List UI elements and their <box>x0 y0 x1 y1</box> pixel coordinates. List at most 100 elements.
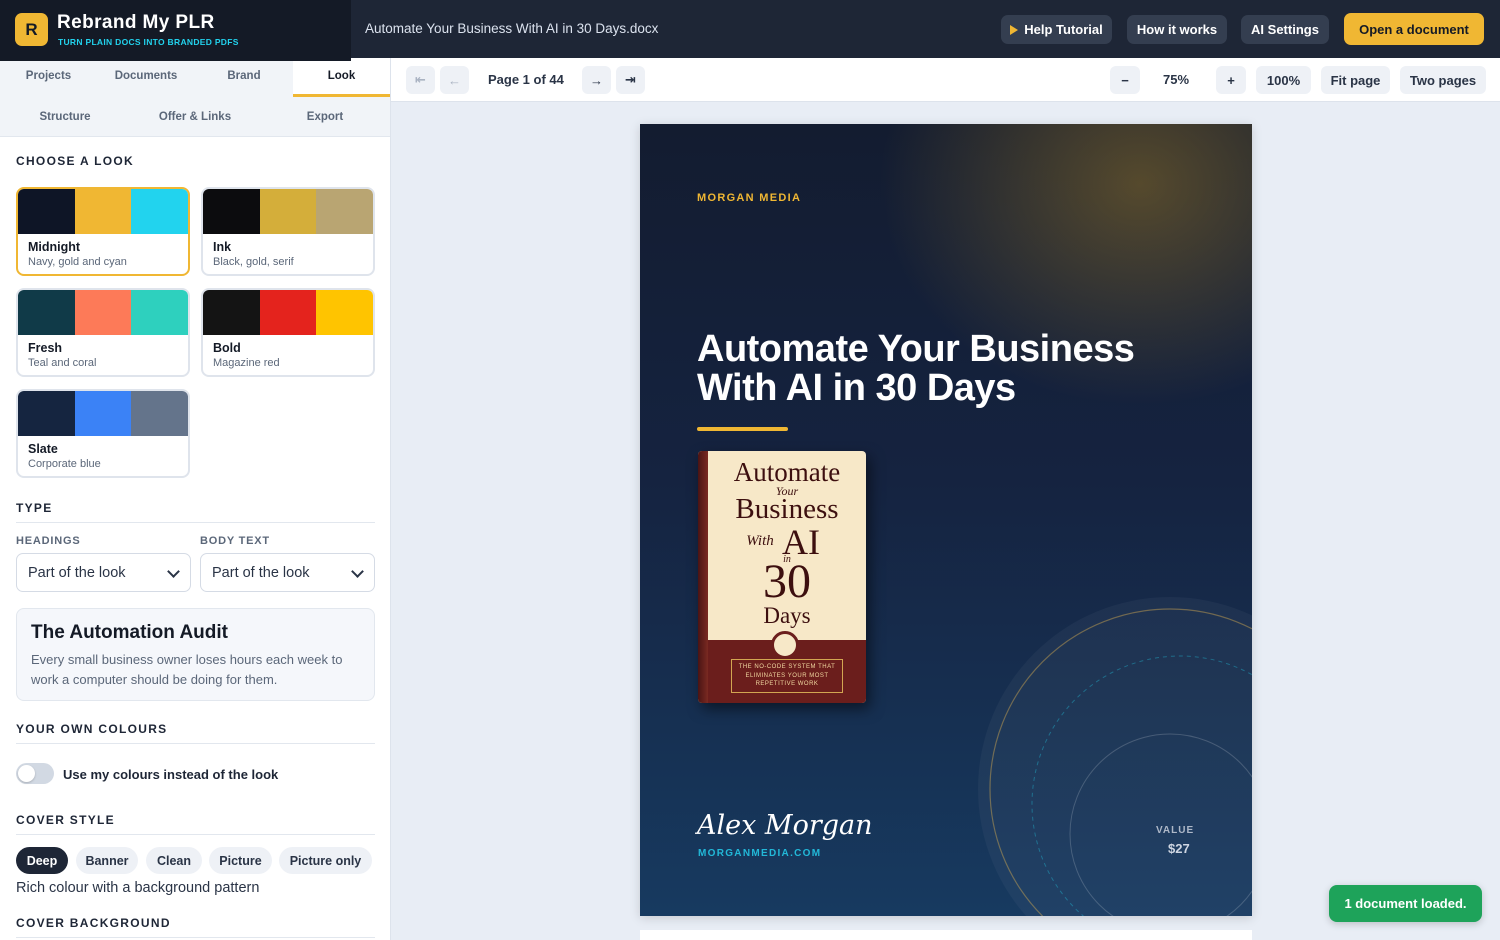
cover-publisher: MORGAN MEDIA <box>697 192 802 204</box>
cover-style-description: Rich colour with a background pattern <box>16 880 260 896</box>
own-colours-toggle[interactable] <box>16 763 54 784</box>
look-swatches <box>18 391 188 436</box>
cover-page: MORGAN MEDIA Automate Your Business With… <box>640 124 1252 916</box>
body-font-value: Part of the look <box>212 564 310 581</box>
swatch <box>18 290 75 335</box>
app-logo: R <box>15 13 48 46</box>
cover-background-heading: COVER BACKGROUND <box>16 916 171 930</box>
type-preview-card: The Automation Audit Every small busines… <box>16 608 375 701</box>
help-tutorial-button[interactable]: Help Tutorial <box>1001 15 1112 44</box>
cover-style-heading: COVER STYLE <box>16 813 115 827</box>
last-page-button[interactable]: ⇥ <box>616 66 645 94</box>
swatch <box>203 189 260 234</box>
fit-page-button[interactable]: Fit page <box>1321 66 1390 94</box>
look-name: Fresh <box>28 341 63 355</box>
first-page-button[interactable]: ⇤ <box>406 66 435 94</box>
look-description: Magazine red <box>213 357 280 369</box>
look-name: Bold <box>213 341 241 355</box>
open-document-button[interactable]: Open a document <box>1344 13 1484 45</box>
headings-label: HEADINGS <box>16 535 81 547</box>
next-page-button[interactable]: → <box>582 66 611 94</box>
page-indicator: Page 1 of 44 <box>488 72 564 87</box>
look-card-midnight[interactable]: Midnight Navy, gold and cyan <box>16 187 190 276</box>
swatch <box>18 189 75 234</box>
swatch <box>259 290 317 335</box>
cover-style-clean[interactable]: Clean <box>146 847 202 874</box>
own-colours-heading: YOUR OWN COLOURS <box>16 722 168 736</box>
body-text-label: BODY TEXT <box>200 535 270 547</box>
zoom-100-button[interactable]: 100% <box>1256 66 1311 94</box>
swatch <box>74 290 132 335</box>
look-card-ink[interactable]: Ink Black, gold, serif <box>201 187 375 276</box>
document-name: Automate Your Business With AI in 30 Day… <box>365 21 659 36</box>
headings-font-select[interactable]: Part of the look <box>16 553 191 592</box>
viewer-toolbar: ⇤ ← Page 1 of 44 → ⇥ − 75% + 100% Fit pa… <box>391 58 1500 102</box>
brand-block: R Rebrand My PLR TURN PLAIN DOCS INTO BR… <box>0 0 351 61</box>
swatch <box>131 391 188 436</box>
swatch <box>316 189 373 234</box>
look-swatches <box>203 290 373 335</box>
own-colours-toggle-label[interactable]: Use my colours instead of the look <box>63 767 278 782</box>
swatch <box>74 391 132 436</box>
book-mockup: Automate Your Business With AI in 30 Day… <box>698 451 866 703</box>
zoom-out-button[interactable]: − <box>1110 66 1140 94</box>
tab-structure[interactable]: Structure <box>0 97 130 137</box>
look-swatches <box>18 290 188 335</box>
choose-look-heading: CHOOSE A LOOK <box>16 154 135 168</box>
tab-look[interactable]: Look <box>293 58 390 94</box>
cover-style-picture-only[interactable]: Picture only <box>279 847 372 874</box>
zoom-level: 75% <box>1163 72 1190 87</box>
look-card-slate[interactable]: Slate Corporate blue <box>16 389 190 478</box>
cover-style-picture[interactable]: Picture <box>209 847 272 874</box>
play-icon <box>1010 24 1019 35</box>
tab-export[interactable]: Export <box>260 97 390 137</box>
swatch <box>131 189 188 234</box>
look-swatches <box>203 189 373 234</box>
tab-offer-links[interactable]: Offer & Links <box>130 97 260 137</box>
app-name: Rebrand My PLR <box>57 12 215 33</box>
sidebar-tabs: Projects Documents Brand Look Structure … <box>0 58 390 137</box>
chevron-down-icon <box>167 565 180 578</box>
type-preview-title: The Automation Audit <box>31 622 229 643</box>
swatch <box>203 290 260 335</box>
swatch <box>18 391 75 436</box>
tab-brand[interactable]: Brand <box>195 58 293 94</box>
headings-font-value: Part of the look <box>28 564 126 581</box>
look-description: Teal and coral <box>28 357 97 369</box>
look-card-fresh[interactable]: Fresh Teal and coral <box>16 288 190 377</box>
divider <box>16 834 375 835</box>
two-pages-button[interactable]: Two pages <box>1400 66 1486 94</box>
body-font-select[interactable]: Part of the look <box>200 553 375 592</box>
app-tagline: TURN PLAIN DOCS INTO BRANDED PDFS <box>58 37 239 47</box>
zoom-in-button[interactable]: + <box>1216 66 1246 94</box>
cover-value-label: VALUE <box>1156 825 1195 836</box>
next-page-preview <box>640 930 1252 940</box>
type-preview-body: Every small business owner loses hours e… <box>31 652 343 687</box>
tab-projects[interactable]: Projects <box>0 58 97 94</box>
sidebar: Projects Documents Brand Look Structure … <box>0 58 391 940</box>
tab-documents[interactable]: Documents <box>97 58 195 94</box>
swatch <box>74 189 132 234</box>
look-card-bold[interactable]: Bold Magazine red <box>201 288 375 377</box>
cover-style-deep[interactable]: Deep <box>16 847 68 874</box>
type-heading: TYPE <box>16 501 53 515</box>
book-blurb: THE NO-CODE SYSTEM THAT ELIMINATES YOUR … <box>738 664 836 687</box>
divider <box>16 743 375 744</box>
toggle-knob <box>18 765 35 782</box>
cover-style-banner[interactable]: Banner <box>76 847 138 874</box>
book-line-days: Days <box>763 603 811 628</box>
how-it-works-button[interactable]: How it works <box>1127 15 1227 44</box>
look-name: Slate <box>28 442 58 456</box>
look-description: Corporate blue <box>28 458 101 470</box>
status-toast: 1 document loaded. <box>1329 885 1482 922</box>
cover-value: $27 <box>1168 841 1190 856</box>
swatch <box>259 189 317 234</box>
ai-settings-button[interactable]: AI Settings <box>1241 15 1329 44</box>
prev-page-button[interactable]: ← <box>440 66 469 94</box>
gear-icon <box>771 631 799 659</box>
book-line-30: 30 <box>763 555 811 608</box>
look-swatches <box>18 189 188 234</box>
divider <box>16 937 375 938</box>
look-name: Ink <box>213 240 232 254</box>
cover-author: Alex Morgan <box>697 810 873 841</box>
